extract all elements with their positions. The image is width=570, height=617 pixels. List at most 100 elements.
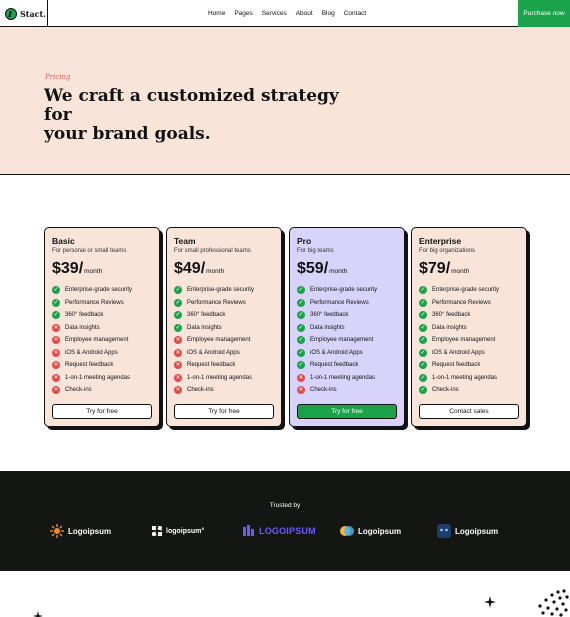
section-eyebrow: Pricing: [45, 73, 71, 81]
feature-item-request-feedback: ✕ Request feedback: [52, 359, 152, 372]
cross-icon: ✕: [52, 386, 60, 395]
menu-item-home[interactable]: Home: [208, 10, 225, 17]
partner-logo-5: Logoipsum: [437, 523, 498, 539]
feature-label: Check-ins: [310, 387, 337, 394]
purchase-now-button[interactable]: Purchase now: [518, 0, 570, 27]
contact-sales-button[interactable]: Contact sales: [419, 404, 519, 419]
feature-item-performance-reviews: ✓ Performance Reviews: [174, 297, 274, 310]
feature-item-data-insights: ✕ Data insights: [52, 322, 152, 335]
dotted-pattern-icon: [538, 589, 569, 617]
price-amount: $59/: [297, 260, 329, 277]
check-icon: ✓: [297, 323, 305, 332]
partner-logo-5-text: Logoipsum: [455, 526, 499, 536]
feature-item-request-feedback: ✓ Request feedback: [419, 359, 519, 372]
price-period: month: [451, 268, 470, 275]
price-period: month: [206, 268, 225, 275]
feature-label: 1-on-1 meeting agendas: [432, 374, 498, 381]
menu-item-services[interactable]: Services: [262, 10, 287, 17]
feature-label: Employee management: [65, 337, 129, 344]
check-icon: ✓: [419, 311, 427, 320]
feature-item-data-insights: ✓ Data insights: [297, 322, 397, 335]
menu-item-contact[interactable]: Contact: [344, 10, 366, 17]
feature-item-enterprise-grade-security: ✓ Enterprise-grade security: [174, 284, 274, 297]
try-for-free-button[interactable]: Try for free: [297, 404, 397, 419]
sunburst-logo-icon: [50, 524, 64, 538]
feature-label: Employee management: [432, 337, 496, 344]
feature-item-ios-android-apps: ✓ iOS & Android Apps: [419, 347, 519, 360]
feature-label: Performance Reviews: [310, 299, 369, 306]
feature-label: Employee management: [310, 337, 374, 344]
menu-item-about[interactable]: About: [296, 10, 313, 17]
feature-item-employee-management: ✓ Employee management: [297, 334, 397, 347]
feature-item-employee-management: ✕ Employee management: [174, 334, 274, 347]
feature-label: Request feedback: [310, 362, 359, 369]
plan-subtitle: For big organizations: [419, 248, 476, 254]
feature-item-performance-reviews: ✓ Performance Reviews: [52, 297, 152, 310]
feature-label: iOS & Android Apps: [432, 349, 485, 356]
check-icon: ✓: [297, 286, 305, 295]
cross-icon: ✕: [174, 348, 182, 357]
plan-card-basic: Basic For personal or small teams $39/ mo…: [44, 227, 160, 427]
plan-card-enterprise: Enterprise For big organizations $79/ mon…: [411, 227, 527, 427]
price-amount: $79/: [419, 260, 451, 277]
feature-item-check-ins: ✓ Check-ins: [419, 384, 519, 397]
feature-item-request-feedback: ✕ Request feedback: [174, 359, 274, 372]
logo-mark-icon: [5, 7, 17, 20]
feature-label: Request feedback: [187, 362, 236, 369]
feature-item-check-ins: ✕ Check-ins: [52, 384, 152, 397]
check-icon: ✓: [174, 286, 182, 295]
feature-item-360-feedback: ✓ 360° feedback: [52, 309, 152, 322]
feature-item-data-insights: ✓ Data insights: [419, 322, 519, 335]
feature-label: Data insights: [187, 324, 222, 331]
check-icon: ✓: [297, 298, 305, 307]
check-icon: ✓: [52, 286, 60, 295]
feature-label: Data insights: [310, 324, 345, 331]
menu-item-pages[interactable]: Pages: [234, 10, 252, 17]
cross-icon: ✕: [174, 373, 182, 382]
hero-section: Pricing We craft a customized strategy f…: [0, 27, 570, 175]
feature-item-data-insights: ✓ Data insights: [174, 322, 274, 335]
face-logo-icon: [437, 524, 451, 538]
cross-icon: ✕: [52, 373, 60, 382]
plan-subtitle: For big teams: [297, 248, 334, 254]
check-icon: ✓: [297, 336, 305, 345]
partner-logo-3-text: LOGOIPSUM: [259, 526, 316, 536]
feature-label: Performance Reviews: [432, 299, 491, 306]
sparkle-icon: [484, 596, 496, 608]
feature-label: 360° feedback: [432, 312, 471, 319]
logo[interactable]: Stact.: [0, 0, 48, 27]
check-icon: ✓: [419, 348, 427, 357]
cross-icon: ✕: [52, 348, 60, 357]
plan-card-pro: Pro For big teams $59/ month ✓ Enterprise…: [289, 227, 405, 427]
check-icon: ✓: [419, 298, 427, 307]
feature-item-1-on-1-meeting-agendas: ✕ 1-on-1 meeting agendas: [52, 372, 152, 385]
feature-label: 1-on-1 meeting agendas: [310, 374, 376, 381]
try-for-free-button[interactable]: Try for free: [52, 404, 152, 419]
feature-item-1-on-1-meeting-agendas: ✕ 1-on-1 meeting agendas: [174, 372, 274, 385]
cross-icon: ✕: [174, 336, 182, 345]
top-navbar: Stact. Home Pages Services About Blog Co…: [0, 0, 570, 27]
price-amount: $49/: [174, 260, 206, 277]
plan-card-team: Team For small professional teams $49/ mo…: [166, 227, 282, 427]
feature-item-employee-management: ✕ Employee management: [52, 334, 152, 347]
feature-label: 360° feedback: [187, 312, 226, 319]
partner-logo-2-text: logoipsum°: [166, 527, 205, 535]
sparkle-icon: [33, 611, 43, 617]
menu-item-blog[interactable]: Blog: [322, 10, 335, 17]
feature-label: 1-on-1 meeting agendas: [65, 374, 131, 381]
cross-icon: ✕: [174, 361, 182, 370]
try-for-free-button[interactable]: Try for free: [174, 404, 274, 419]
feature-label: Enterprise-grade security: [65, 287, 133, 294]
feature-label: Request feedback: [65, 362, 114, 369]
feature-label: iOS & Android Apps: [187, 349, 240, 356]
main-menu: Home Pages Services About Blog Contact: [208, 0, 366, 27]
cross-icon: ✕: [52, 336, 60, 345]
trusted-label: Trusted by: [269, 502, 301, 509]
check-icon: ✓: [419, 286, 427, 295]
feature-list: ✓ Enterprise-grade security ✓ Performanc…: [297, 284, 397, 397]
feature-label: Request feedback: [432, 362, 481, 369]
feature-list: ✓ Enterprise-grade security ✓ Performanc…: [174, 284, 274, 397]
feature-list: ✓ Enterprise-grade security ✓ Performanc…: [52, 284, 152, 397]
feature-item-check-ins: ✕ Check-ins: [174, 384, 274, 397]
feature-label: Check-ins: [432, 387, 459, 394]
